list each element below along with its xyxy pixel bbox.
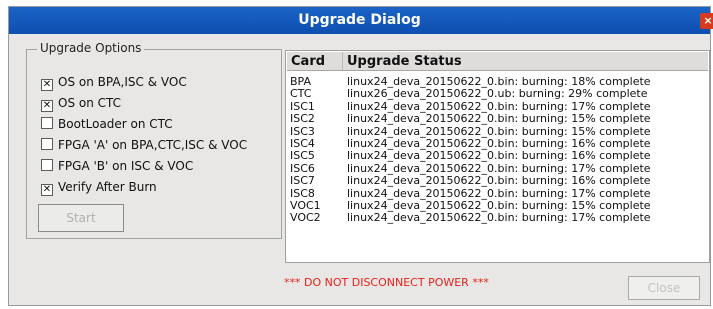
column-header-upgrade-status[interactable]: Upgrade Status (343, 52, 708, 71)
card-cell: ISC8 (290, 186, 315, 200)
dialog-title: Upgrade Dialog (298, 12, 421, 28)
card-cell: ISC2 (290, 112, 315, 126)
option-verify-after-burn[interactable]: ✕ Verify After Burn (41, 180, 157, 196)
card-cell: ISC4 (290, 137, 315, 150)
bootloader-ctc-checkbox[interactable] (41, 117, 53, 129)
card-cell: ISC7 (290, 174, 315, 188)
option-label: FPGA 'A' on BPA,CTC,ISC & VOC (58, 138, 248, 152)
upgrade-status-table: Card Upgrade Status BPA linux24_deva_2015… (285, 50, 710, 263)
column-header-card[interactable]: Card (287, 52, 343, 71)
status-cell: linux24_deva_20150622_0.bin: burning: 17… (347, 161, 651, 175)
status-cell: linux24_deva_20150622_0.bin: burning: 15… (347, 112, 651, 126)
title-bar[interactable]: Upgrade Dialog × (9, 7, 713, 34)
card-cell: ISC1 (290, 99, 315, 113)
status-cell: linux24_deva_20150622_0.bin: burning: 17… (347, 186, 651, 200)
upgrade-options-legend: Upgrade Options (37, 41, 145, 55)
upgrade-dialog: Upgrade Dialog × Upgrade Options ✕ OS on … (8, 6, 713, 306)
status-cell: linux24_deva_20150622_0.bin: burning: 16… (347, 137, 651, 150)
option-fpga-a[interactable]: FPGA 'A' on BPA,CTC,ISC & VOC (41, 138, 247, 154)
fpga-b-checkbox[interactable] (41, 159, 53, 171)
status-cell: linux24_deva_20150622_0.bin: burning: 15… (347, 124, 651, 138)
option-fpga-b[interactable]: FPGA 'B' on ISC & VOC (41, 159, 193, 175)
close-button[interactable]: Close (628, 276, 700, 300)
option-os-bpa-isc-voc[interactable]: ✕ OS on BPA,ISC & VOC (41, 75, 187, 91)
option-bootloader-ctc[interactable]: BootLoader on CTC (41, 117, 173, 133)
option-label: OS on CTC (58, 96, 122, 110)
power-warning: *** DO NOT DISCONNECT POWER *** (284, 276, 489, 289)
card-cell: BPA (290, 75, 312, 88)
option-label: FPGA 'B' on ISC & VOC (58, 159, 194, 173)
verify-after-burn-checkbox[interactable]: ✕ (41, 184, 53, 196)
option-os-ctc[interactable]: ✕ OS on CTC (41, 96, 121, 112)
card-cell: VOC1 (290, 199, 321, 212)
option-label: BootLoader on CTC (58, 117, 173, 131)
option-label: Verify After Burn (58, 180, 157, 194)
fpga-a-checkbox[interactable] (41, 138, 53, 150)
status-cell: linux24_deva_20150622_0.bin: burning: 16… (347, 149, 651, 163)
window-close-icon[interactable]: × (700, 13, 713, 29)
status-cell: linux26_deva_20150622_0.ub: burning: 29%… (347, 87, 648, 101)
card-cell: ISC3 (290, 124, 315, 138)
os-bpa-isc-voc-checkbox[interactable]: ✕ (41, 79, 53, 91)
card-cell: VOC2 (290, 211, 321, 225)
status-cell: linux24_deva_20150622_0.bin: burning: 18… (347, 75, 651, 88)
status-cell: linux24_deva_20150622_0.bin: burning: 15… (347, 199, 651, 212)
option-label: OS on BPA,ISC & VOC (58, 75, 187, 89)
status-cell: linux24_deva_20150622_0.bin: burning: 17… (347, 211, 651, 225)
start-button[interactable]: Start (38, 204, 124, 232)
card-cell: CTC (290, 87, 312, 101)
card-cell: ISC6 (290, 161, 315, 175)
status-cell: linux24_deva_20150622_0.bin: burning: 16… (347, 174, 651, 188)
status-cell: linux24_deva_20150622_0.bin: burning: 17… (347, 99, 651, 113)
card-cell: ISC5 (290, 149, 315, 163)
os-ctc-checkbox[interactable]: ✕ (41, 100, 53, 112)
